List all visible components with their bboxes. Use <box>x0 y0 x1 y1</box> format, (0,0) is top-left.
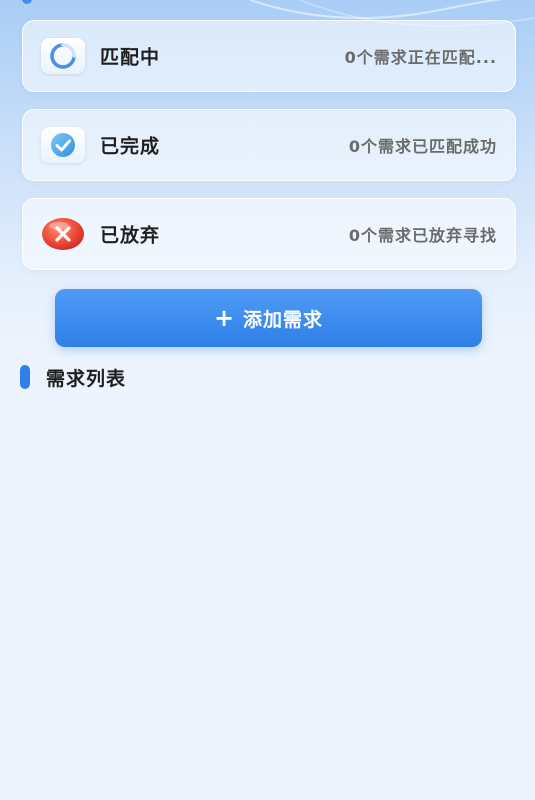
status-card-title: 已放弃 <box>100 224 161 247</box>
add-requirement-label: 添加需求 <box>243 308 324 331</box>
requirement-list <box>0 400 535 800</box>
status-card-done[interactable]: 已完成 0个需求已匹配成功 <box>22 109 516 181</box>
status-card-title: 已完成 <box>100 135 161 158</box>
check-circle-icon <box>41 127 85 163</box>
status-card-title: 匹配中 <box>100 46 161 69</box>
close-circle-icon <box>41 216 85 252</box>
plus-icon: + <box>213 304 236 332</box>
status-card-description: 0个需求已放弃寻找 <box>348 226 497 245</box>
add-requirement-button[interactable]: + 添加需求 <box>55 289 482 347</box>
status-card-description: 0个需求已匹配成功 <box>348 137 497 156</box>
status-card-description: 0个需求正在匹配... <box>344 48 497 67</box>
status-card-matching[interactable]: 匹配中 0个需求正在匹配... <box>22 20 516 92</box>
section-accent-bar <box>20 365 30 389</box>
section-title: 需求列表 <box>46 368 127 390</box>
loading-spinner-icon <box>41 38 85 74</box>
status-card-abandoned[interactable]: 已放弃 0个需求已放弃寻找 <box>22 198 516 270</box>
